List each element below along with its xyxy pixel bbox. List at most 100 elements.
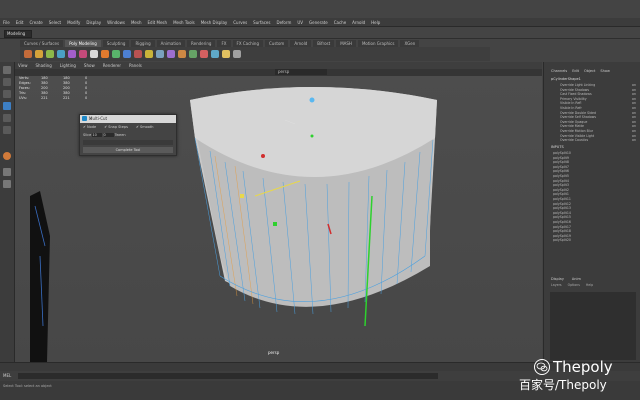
slice-field-1[interactable]: 10: [92, 133, 103, 137]
channel-box-tab[interactable]: Show: [600, 69, 609, 75]
menu-item[interactable]: Edit: [16, 20, 24, 25]
dialog-option[interactable]: ✔ Snap Steps: [104, 125, 128, 131]
shelf-tool-icon[interactable]: [222, 50, 230, 58]
rotate-tool-icon[interactable]: [3, 114, 11, 122]
complete-tool-button[interactable]: Complete Tool: [83, 147, 173, 153]
menu-item[interactable]: Arnold: [352, 20, 365, 25]
menu-item[interactable]: Edit Mesh: [148, 20, 168, 25]
camera-name-field[interactable]: persp: [275, 69, 327, 75]
shelf-tool-icon[interactable]: [233, 50, 241, 58]
channel-box-attributes: Override Light Linking on Override Shadows…: [560, 83, 636, 143]
viewport-menu-item[interactable]: Lighting: [60, 62, 76, 69]
top-center-vertex: [309, 97, 315, 103]
shelf-tab[interactable]: Sculpting: [102, 40, 130, 47]
menu-item[interactable]: Mesh Tools: [173, 20, 195, 25]
viewport-menu-item[interactable]: Show: [84, 62, 95, 69]
shelf-tool-icon[interactable]: [24, 50, 32, 58]
menu-item[interactable]: Modify: [67, 20, 80, 25]
menu-item[interactable]: Surfaces: [253, 20, 270, 25]
menu-item[interactable]: Help: [371, 20, 380, 25]
shelf-tool-icon[interactable]: [68, 50, 76, 58]
shelf-tab[interactable]: Curves / Surfaces: [20, 40, 64, 47]
menu-item[interactable]: Create: [29, 20, 42, 25]
poly-count-hud: Verts: 180 180 0 Edges: 380 380 0 Faces: 200 200 0 T…: [19, 76, 109, 101]
shelf-tool-icon[interactable]: [57, 50, 65, 58]
layout-four-icon[interactable]: [3, 180, 11, 188]
menu-item[interactable]: File: [3, 20, 10, 25]
menu-item[interactable]: Deform: [276, 20, 291, 25]
shelf-tab[interactable]: Motion Graphics: [357, 40, 399, 47]
shelf-tool-icon[interactable]: [123, 50, 131, 58]
viewport-menu-item[interactable]: Renderer: [103, 62, 121, 69]
menu-item[interactable]: UV: [297, 20, 303, 25]
channel-box-node[interactable]: pCylinderShape1: [551, 77, 581, 81]
command-input[interactable]: [18, 373, 438, 379]
inputs-list: polySplit10 polySplit9 polySplit8 polySplit…: [553, 151, 603, 243]
shelf-tool-icon[interactable]: [101, 50, 109, 58]
lasso-tool-icon[interactable]: [3, 78, 11, 86]
shelf-tool-icon[interactable]: [79, 50, 87, 58]
close-icon[interactable]: ×: [89, 116, 173, 121]
menu-item[interactable]: Display: [86, 20, 101, 25]
channel-attribute[interactable]: Override Caustics on: [560, 138, 636, 143]
layer-menu-item[interactable]: Help: [586, 283, 593, 289]
select-tool-icon[interactable]: [3, 66, 11, 74]
command-language-label[interactable]: MEL: [3, 371, 11, 381]
channel-box-tab[interactable]: Edit: [572, 69, 579, 75]
dialog-option[interactable]: ✔ Node: [83, 125, 96, 131]
menu-item[interactable]: Mesh: [131, 20, 142, 25]
shelf-tool-icon[interactable]: [211, 50, 219, 58]
viewport-menu-item[interactable]: Shading: [36, 62, 52, 69]
menu-item[interactable]: Curves: [233, 20, 247, 25]
shelf-tab[interactable]: Animation: [156, 40, 186, 47]
layer-menu-item[interactable]: Options: [568, 283, 580, 289]
shelf-tab[interactable]: MASH: [336, 40, 356, 47]
shelf-tab[interactable]: FX Caching: [232, 40, 263, 47]
mode-selector[interactable]: Modeling: [4, 30, 32, 38]
tween-label: Tween: [114, 133, 126, 137]
scale-tool-icon[interactable]: [3, 126, 11, 134]
shelf-tab[interactable]: Rigging: [131, 40, 155, 47]
shelf-tool-icon[interactable]: [167, 50, 175, 58]
shelf-tool-icon[interactable]: [35, 50, 43, 58]
shelf-tab[interactable]: FX: [217, 40, 231, 47]
shelf-tool-icon[interactable]: [46, 50, 54, 58]
menu-item[interactable]: Mesh Display: [201, 20, 228, 25]
shelf-tool-icon[interactable]: [156, 50, 164, 58]
menu-item[interactable]: Generate: [309, 20, 328, 25]
shelf-tab[interactable]: Arnold: [290, 40, 312, 47]
shelf-tab[interactable]: Poly Modeling: [65, 40, 101, 47]
shelf-tool-icon[interactable]: [90, 50, 98, 58]
layer-menu-item[interactable]: Layers: [551, 283, 562, 289]
dialog-slider[interactable]: [83, 140, 173, 145]
input-node[interactable]: polySplit20: [553, 238, 603, 243]
layout-single-icon[interactable]: [3, 168, 11, 176]
shelf-tab[interactable]: XGen: [400, 40, 420, 47]
dialog-title-bar[interactable]: Multi-Cut ×: [80, 115, 176, 123]
sphere-icon[interactable]: [3, 152, 11, 160]
move-tool-icon[interactable]: [3, 102, 11, 110]
shelf-tool-icon[interactable]: [112, 50, 120, 58]
menu-item[interactable]: Cache: [334, 20, 346, 25]
menu-item[interactable]: Select: [49, 20, 61, 25]
paint-select-icon[interactable]: [3, 90, 11, 98]
menu-item[interactable]: Windows: [107, 20, 125, 25]
viewport-menu-item[interactable]: Panels: [129, 62, 142, 69]
tool-box: [0, 62, 15, 362]
shelf-tool-icon[interactable]: [189, 50, 197, 58]
shelf-tool-icon[interactable]: [134, 50, 142, 58]
shelf-tab[interactable]: Bifrost: [313, 40, 335, 47]
attribute-value[interactable]: on: [632, 138, 636, 143]
channel-box-tab[interactable]: Channels: [551, 69, 567, 75]
channel-box-tab[interactable]: Object: [584, 69, 595, 75]
watermark-brand: Thepoly: [553, 358, 613, 376]
layer-editor-area[interactable]: [550, 292, 636, 360]
viewport-menu-item[interactable]: View: [18, 62, 28, 69]
shelf-tool-icon[interactable]: [145, 50, 153, 58]
dialog-option[interactable]: ✔ Smooth: [136, 125, 154, 131]
slice-field-2[interactable]: 0: [103, 133, 114, 137]
shelf-tool-icon[interactable]: [178, 50, 186, 58]
shelf-tab[interactable]: Rendering: [187, 40, 216, 47]
shelf-tab[interactable]: Custom: [265, 40, 289, 47]
shelf-tool-icon[interactable]: [200, 50, 208, 58]
